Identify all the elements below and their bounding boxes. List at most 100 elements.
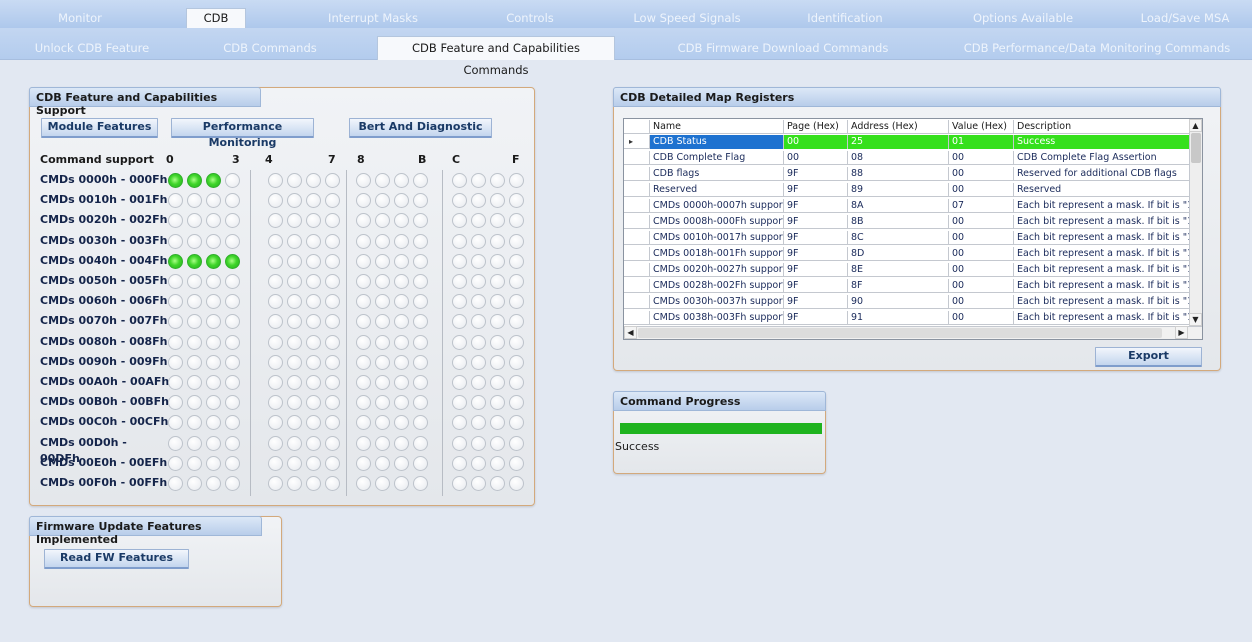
- tab-interrupt-masks[interactable]: Interrupt Masks: [318, 9, 428, 28]
- command-support-led: [306, 212, 321, 228]
- map-registers-table[interactable]: Name Page (Hex) Address (Hex) Value (Hex) De…: [623, 118, 1203, 340]
- command-support-led: [356, 475, 371, 491]
- command-support-led: [452, 475, 467, 491]
- tab-monitor[interactable]: Monitor: [40, 9, 120, 28]
- table-row[interactable]: ▸ CDB Status 00 25 01 Success: [624, 135, 1190, 149]
- table-cell: 89: [848, 183, 949, 197]
- tab-low-speed-signals[interactable]: Low Speed Signals: [622, 9, 752, 28]
- table-row[interactable]: Reserved 9F 89 00 Reserved: [624, 183, 1190, 197]
- performance-monitoring-button[interactable]: Performance Monitoring: [171, 118, 314, 149]
- table-column-header[interactable]: Page (Hex): [784, 120, 848, 134]
- command-row-label: CMDs 0050h - 005Fh: [40, 274, 168, 287]
- command-support-led: [287, 172, 302, 188]
- command-row-label: CMDs 0010h - 001Fh: [40, 193, 168, 206]
- scroll-right-icon[interactable]: ▶: [1175, 326, 1188, 339]
- table-row[interactable]: CMDs 0018h-001Fh support 9F 8D 00 Each bit r…: [624, 247, 1190, 261]
- command-support-led: [306, 354, 321, 370]
- tab-controls[interactable]: Controls: [495, 9, 565, 28]
- command-support-led: [206, 172, 221, 188]
- command-support-led: [490, 374, 505, 390]
- command-support-led: [471, 394, 486, 410]
- bert-and-diagnostic-button[interactable]: Bert And Diagnostic: [349, 118, 492, 138]
- command-support-led: [490, 212, 505, 228]
- table-column-header[interactable]: Description: [1014, 120, 1190, 134]
- command-row-label: CMDs 00A0h - 00AFh: [40, 375, 170, 388]
- command-support-led: [452, 192, 467, 208]
- row-selector[interactable]: [624, 247, 650, 261]
- table-cell: Each bit represent a mask. If bit is "1: [1014, 215, 1190, 229]
- table-row[interactable]: CMDs 0030h-0037h support 9F 90 00 Each bit r…: [624, 295, 1190, 309]
- table-row[interactable]: CDB flags 9F 88 00 Reserved for additional C…: [624, 167, 1190, 181]
- horizontal-scroll-thumb[interactable]: [638, 328, 1162, 338]
- tab-cdb-feature-capabilities-commands[interactable]: CDB Feature and Capabilities Commands: [377, 36, 615, 77]
- command-support-led: [168, 293, 183, 309]
- table-cell: CDB Status: [650, 135, 784, 149]
- table-column-header[interactable]: Address (Hex): [848, 120, 949, 134]
- command-support-led: [268, 435, 283, 451]
- row-selector[interactable]: [624, 263, 650, 277]
- command-support-led: [356, 273, 371, 289]
- table-cell: 9F: [784, 215, 848, 229]
- command-support-led: [168, 233, 183, 249]
- row-selector[interactable]: [624, 167, 650, 181]
- table-row[interactable]: CDB Complete Flag 00 08 00 CDB Complete Flag…: [624, 151, 1190, 165]
- row-selector[interactable]: [624, 231, 650, 245]
- command-support-led: [206, 334, 221, 350]
- module-features-button[interactable]: Module Features: [41, 118, 158, 138]
- table-row[interactable]: CMDs 0038h-003Fh support 9F 91 00 Each bit r…: [624, 311, 1190, 325]
- tab-cdb[interactable]: CDB: [186, 8, 246, 29]
- row-selector[interactable]: [624, 279, 650, 293]
- row-selector[interactable]: [624, 215, 650, 229]
- tab-options-available[interactable]: Options Available: [958, 9, 1088, 28]
- table-cell: Each bit represent a mask. If bit is "1: [1014, 199, 1190, 213]
- table-vertical-scrollbar[interactable]: ▲ ▼: [1189, 119, 1202, 327]
- row-selector[interactable]: [624, 151, 650, 165]
- tab-cdb-performance-data-monitoring-commands[interactable]: CDB Performance/Data Monitoring Commands: [962, 38, 1232, 59]
- table-row[interactable]: CMDs 0028h-002Fh support 9F 8F 00 Each bit r…: [624, 279, 1190, 293]
- table-horizontal-scrollbar[interactable]: ◀ ▶: [624, 326, 1202, 339]
- command-support-led: [225, 455, 240, 471]
- table-column-header[interactable]: Value (Hex): [949, 120, 1014, 134]
- scroll-up-icon[interactable]: ▲: [1189, 119, 1202, 132]
- command-support-led: [306, 475, 321, 491]
- command-support-led: [356, 334, 371, 350]
- row-selector[interactable]: [624, 199, 650, 213]
- tab-cdb-commands[interactable]: CDB Commands: [215, 38, 325, 59]
- row-selector[interactable]: [624, 295, 650, 309]
- table-cell: Each bit represent a mask. If bit is "1: [1014, 295, 1190, 309]
- row-selector[interactable]: [624, 183, 650, 197]
- command-row-label: CMDs 00C0h - 00CFh: [40, 415, 169, 428]
- command-support-led: [509, 334, 524, 350]
- export-button[interactable]: Export: [1095, 347, 1202, 367]
- table-row[interactable]: CMDs 0008h-000Fh support 9F 8B 00 Each bit r…: [624, 215, 1190, 229]
- command-support-led: [375, 414, 390, 430]
- command-support-led: [306, 192, 321, 208]
- command-support-led: [168, 414, 183, 430]
- table-row[interactable]: CMDs 0000h-0007h support 9F 8A 07 Each bit r…: [624, 199, 1190, 213]
- vertical-scroll-thumb[interactable]: [1191, 133, 1201, 163]
- tab-identification[interactable]: Identification: [790, 9, 900, 28]
- table-cell: 00: [949, 167, 1014, 181]
- tab-load-save-msa[interactable]: Load/Save MSA: [1130, 9, 1240, 28]
- table-column-header[interactable]: Name: [650, 120, 784, 134]
- command-support-led: [187, 212, 202, 228]
- row-selector[interactable]: [624, 311, 650, 325]
- scroll-down-icon[interactable]: ▼: [1189, 313, 1202, 326]
- command-support-led: [452, 313, 467, 329]
- command-support-led: [206, 455, 221, 471]
- table-cell: 07: [949, 199, 1014, 213]
- command-support-led: [206, 414, 221, 430]
- command-support-led: [225, 414, 240, 430]
- tab-unlock-cdb-feature[interactable]: Unlock CDB Feature: [22, 38, 162, 59]
- command-support-led: [287, 394, 302, 410]
- read-fw-features-button[interactable]: Read FW Features: [44, 549, 189, 569]
- command-support-led: [509, 313, 524, 329]
- command-support-led: [394, 354, 409, 370]
- row-selector[interactable]: ▸: [624, 135, 650, 149]
- scroll-left-icon[interactable]: ◀: [624, 326, 637, 339]
- table-row[interactable]: CMDs 0020h-0027h support 9F 8E 00 Each bit r…: [624, 263, 1190, 277]
- command-support-led: [375, 192, 390, 208]
- tab-cdb-firmware-download-commands[interactable]: CDB Firmware Download Commands: [668, 38, 898, 59]
- table-cell: CMDs 0030h-0037h support: [650, 295, 784, 309]
- table-row[interactable]: CMDs 0010h-0017h support 9F 8C 00 Each bit r…: [624, 231, 1190, 245]
